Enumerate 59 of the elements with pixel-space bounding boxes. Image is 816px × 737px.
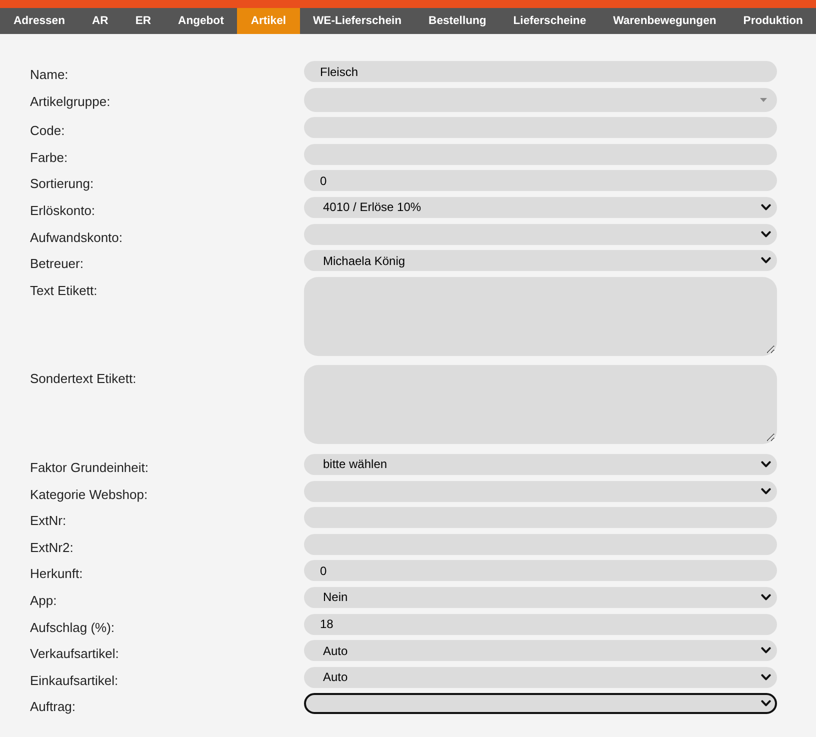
field-label: Faktor Grundeinheit: bbox=[30, 458, 150, 475]
input-field[interactable]: Fleisch bbox=[304, 61, 777, 82]
chevron-down-icon bbox=[761, 594, 771, 601]
text-area-field[interactable] bbox=[304, 276, 777, 356]
field-label: ExtNr: bbox=[30, 512, 68, 528]
nav-tab[interactable]: Adressen bbox=[0, 8, 78, 34]
dropdown-field[interactable]: Michaela König bbox=[304, 250, 777, 272]
field-label: Kategorie Webshop: bbox=[30, 486, 149, 502]
field-label: Erlöskonto: bbox=[30, 202, 96, 218]
field-label: Sortierung: bbox=[30, 175, 95, 192]
field-label: ExtNr2: bbox=[30, 538, 74, 555]
nav-tab[interactable]: Lieferscheine bbox=[500, 8, 600, 34]
field-label: Name: bbox=[30, 66, 70, 82]
chevron-down-icon bbox=[761, 204, 771, 211]
nav-tab[interactable]: ER bbox=[122, 8, 165, 34]
text-area-field[interactable] bbox=[304, 365, 777, 444]
caret-icon bbox=[760, 98, 767, 102]
input-field[interactable] bbox=[304, 534, 777, 555]
field-label: Aufschlag (%): bbox=[30, 618, 116, 634]
dropdown-field[interactable]: bitte wählen bbox=[304, 454, 777, 475]
dropdown-field[interactable]: Auto bbox=[304, 666, 777, 688]
chevron-down-icon bbox=[761, 230, 771, 238]
chevron-down-icon bbox=[761, 257, 771, 264]
nav-tab[interactable]: Warenbewegungen bbox=[600, 8, 730, 34]
field-label: Farbe: bbox=[30, 148, 69, 165]
nav-tab[interactable]: AR bbox=[78, 8, 122, 34]
dropdown-field[interactable] bbox=[304, 480, 777, 502]
nav-tab[interactable]: Produktion bbox=[730, 8, 816, 34]
dropdown-field[interactable] bbox=[304, 224, 777, 245]
field-label: Verkaufsartikel: bbox=[30, 645, 120, 662]
field-label: App: bbox=[30, 592, 58, 608]
input-field[interactable]: 18 bbox=[304, 614, 777, 634]
field-label: Auftrag: bbox=[30, 698, 77, 714]
input-field[interactable]: 0 bbox=[304, 170, 777, 192]
dropdown-field[interactable] bbox=[304, 693, 777, 714]
field-label: Artikelgruppe: bbox=[30, 92, 112, 109]
input-field[interactable]: 0 bbox=[304, 560, 777, 582]
dropdown-field[interactable] bbox=[304, 88, 777, 112]
field-label: Sondertext Etikett: bbox=[30, 370, 138, 386]
nav-tab[interactable]: WE-Lieferschein bbox=[300, 8, 416, 34]
field-label: Herkunft: bbox=[30, 565, 84, 582]
nav-tab[interactable]: Bestellung bbox=[415, 8, 500, 34]
chevron-down-icon bbox=[761, 460, 771, 468]
dropdown-field[interactable]: Nein bbox=[304, 586, 777, 608]
field-label: Code: bbox=[30, 122, 66, 138]
field-label: Aufwandskonto: bbox=[30, 228, 124, 245]
chevron-down-icon bbox=[761, 700, 771, 708]
field-label: Text Etikett: bbox=[30, 282, 98, 298]
field-label: Betreuer: bbox=[30, 255, 84, 272]
input-field[interactable] bbox=[304, 117, 777, 138]
input-field[interactable] bbox=[304, 507, 777, 528]
chevron-down-icon bbox=[761, 674, 771, 681]
nav-tab[interactable]: Angebot bbox=[164, 8, 238, 34]
chevron-down-icon bbox=[761, 488, 771, 495]
dropdown-field[interactable]: 4010 / Erlöse 10% bbox=[304, 196, 777, 218]
field-label: Einkaufsartikel: bbox=[30, 672, 120, 688]
dropdown-field[interactable]: Auto bbox=[304, 640, 777, 662]
chevron-down-icon bbox=[761, 647, 771, 654]
input-field[interactable] bbox=[304, 144, 777, 165]
